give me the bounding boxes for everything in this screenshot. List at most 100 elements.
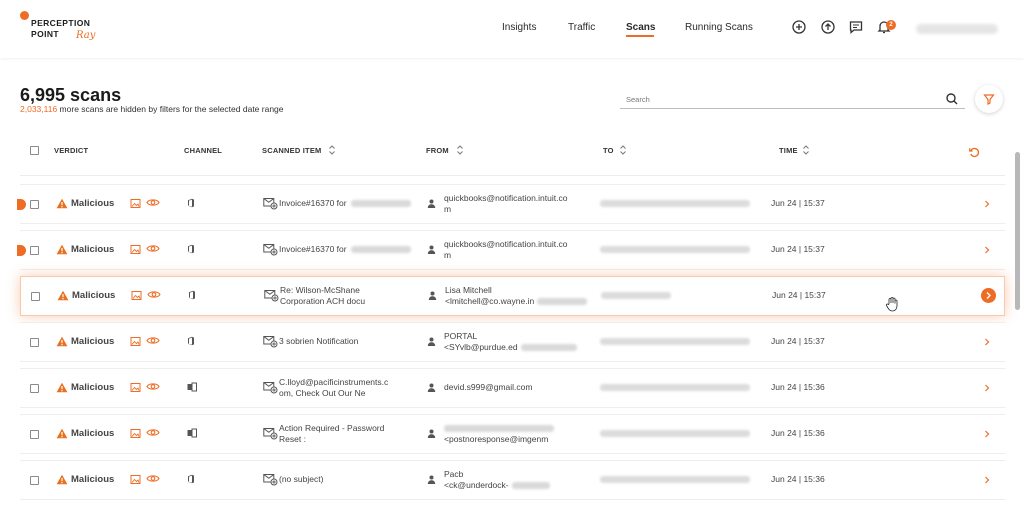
image-preview-icon[interactable] (130, 336, 141, 347)
sort-scanned-item-icon[interactable] (328, 143, 336, 157)
column-to[interactable]: TO (603, 146, 614, 155)
sender[interactable]: quickbooks@notification.intuit.co m (444, 193, 589, 215)
scanned-item[interactable]: Action Required - Password Reset : (279, 423, 399, 445)
sender-line-wrap: m (444, 250, 589, 261)
refresh-icon[interactable] (968, 146, 981, 159)
eye-icon[interactable] (146, 381, 160, 392)
upload-icon[interactable] (820, 19, 836, 35)
nav-traffic[interactable]: Traffic (568, 22, 595, 33)
sender[interactable]: Lisa Mitchell <lmitchell@co.wayne.in (445, 285, 590, 307)
recipient-redacted[interactable] (600, 430, 750, 437)
sender-line: Pacb (444, 469, 464, 479)
table-row[interactable]: Malicious (no subject) Pacb <ck@underdock- J… (20, 460, 1005, 500)
column-time[interactable]: TIME (779, 146, 798, 155)
vertical-scrollbar[interactable] (1015, 152, 1020, 310)
column-channel[interactable]: CHANNEL (184, 146, 222, 155)
table-row[interactable]: Malicious C.lloyd@pacificinstruments.c om,… (20, 368, 1005, 408)
perception-point-logo[interactable]: PERCEPTION POINT Ray (20, 10, 110, 46)
chevron-right-icon[interactable] (983, 475, 991, 485)
chevron-right-icon[interactable] (983, 245, 991, 255)
chevron-right-icon[interactable] (983, 199, 991, 209)
table-row[interactable]: Malicious Invoice#16370 for quickbooks@not… (17, 230, 1005, 270)
search-icon[interactable] (945, 92, 959, 106)
scanned-item[interactable]: C.lloyd@pacificinstruments.c om, Check Ou… (279, 377, 399, 399)
chevron-right-icon[interactable] (983, 429, 991, 439)
sender-line-wrap: devid.s999@gmail.com (444, 382, 589, 393)
nav-insights[interactable]: Insights (502, 22, 536, 33)
eye-icon[interactable] (146, 427, 160, 438)
recipient-redacted[interactable] (600, 384, 750, 391)
sender[interactable]: devid.s999@gmail.com (444, 382, 589, 393)
recipient-redacted[interactable] (600, 476, 750, 483)
row-checkbox[interactable] (30, 200, 39, 209)
eye-icon[interactable] (146, 197, 160, 208)
redacted-text (444, 425, 554, 433)
table-row[interactable]: Malicious Action Required - Password Reset… (20, 414, 1005, 454)
sort-to-icon[interactable] (619, 143, 627, 157)
nav-scans[interactable]: Scans (626, 22, 655, 33)
hidden-scans-text: more scans are hidden by filters for the… (57, 104, 284, 114)
email-item-icon (263, 336, 278, 348)
plus-circle-icon[interactable] (791, 19, 807, 35)
recipient-redacted[interactable] (600, 200, 750, 207)
sender-line-wrap: Pacb (444, 469, 589, 480)
image-preview-icon[interactable] (131, 290, 142, 301)
sender[interactable]: PORTAL <SYvlb@purdue.ed (444, 331, 589, 353)
verdict-label: Malicious (71, 428, 115, 439)
recipient-redacted[interactable] (600, 246, 750, 253)
table-row[interactable]: Malicious Invoice#16370 for quickbooks@not… (17, 184, 1005, 224)
image-preview-icon[interactable] (130, 198, 141, 209)
row-checkbox[interactable] (30, 476, 39, 485)
scanned-item[interactable]: Invoice#16370 for (279, 198, 411, 209)
image-preview-icon[interactable] (130, 474, 141, 485)
scan-time: Jun 24 | 15:36 (771, 428, 825, 438)
row-checkbox[interactable] (31, 292, 40, 301)
row-checkbox[interactable] (30, 384, 39, 393)
sender-line-wrap: quickbooks@notification.intuit.co (444, 239, 589, 250)
table-row[interactable]: Malicious Re: Wilson-McShane Corporation A… (20, 276, 1005, 316)
recipient-redacted[interactable] (600, 338, 750, 345)
sender-icon (427, 245, 436, 254)
sender[interactable]: Pacb <ck@underdock- (444, 469, 589, 491)
sort-from-icon[interactable] (456, 143, 464, 157)
scanned-item-line: Invoice#16370 for (279, 198, 347, 208)
eye-icon[interactable] (146, 473, 160, 484)
scanned-item[interactable]: 3 sobrien Notification (279, 336, 399, 347)
column-scanned-item[interactable]: SCANNED ITEM (262, 146, 322, 155)
eye-icon[interactable] (146, 335, 160, 346)
scanned-item[interactable]: (no subject) (279, 474, 399, 485)
verdict-label: Malicious (71, 198, 115, 209)
search-input[interactable]: Search (620, 90, 965, 109)
recipient-redacted[interactable] (601, 292, 671, 299)
scanned-item[interactable]: Re: Wilson-McShane Corporation ACH docu (280, 285, 400, 307)
warning-icon (56, 198, 68, 209)
sender[interactable]: <postnoresponse@imgenm (444, 423, 589, 445)
column-from[interactable]: FROM (426, 146, 449, 155)
nav-running-scans[interactable]: Running Scans (685, 22, 753, 33)
scanned-item-line: Invoice#16370 for (279, 244, 347, 254)
chevron-right-icon[interactable] (983, 383, 991, 393)
redacted-text (350, 200, 411, 208)
select-all-checkbox[interactable] (30, 146, 39, 155)
row-checkbox[interactable] (30, 338, 39, 347)
filter-button[interactable] (975, 85, 1003, 113)
logo-line1: PERCEPTION (31, 18, 91, 28)
sort-time-icon[interactable] (802, 143, 810, 157)
sender[interactable]: quickbooks@notification.intuit.co m (444, 239, 589, 261)
image-preview-icon[interactable] (130, 244, 141, 255)
image-preview-icon[interactable] (130, 428, 141, 439)
eye-icon[interactable] (146, 243, 160, 254)
table-row[interactable]: Malicious 3 sobrien Notification PORTAL <SY… (20, 322, 1005, 362)
column-verdict[interactable]: VERDICT (54, 146, 88, 155)
scanned-item[interactable]: Invoice#16370 for (279, 244, 411, 255)
scanned-item-line: Action Required - Password (279, 423, 385, 433)
image-preview-icon[interactable] (130, 382, 141, 393)
message-icon[interactable] (848, 19, 864, 35)
chevron-right-icon[interactable] (983, 337, 991, 347)
warning-icon (56, 428, 68, 439)
row-checkbox[interactable] (30, 430, 39, 439)
eye-icon[interactable] (147, 289, 161, 300)
row-checkbox[interactable] (30, 246, 39, 255)
user-menu[interactable] (916, 24, 998, 34)
open-row-button[interactable] (981, 288, 996, 303)
